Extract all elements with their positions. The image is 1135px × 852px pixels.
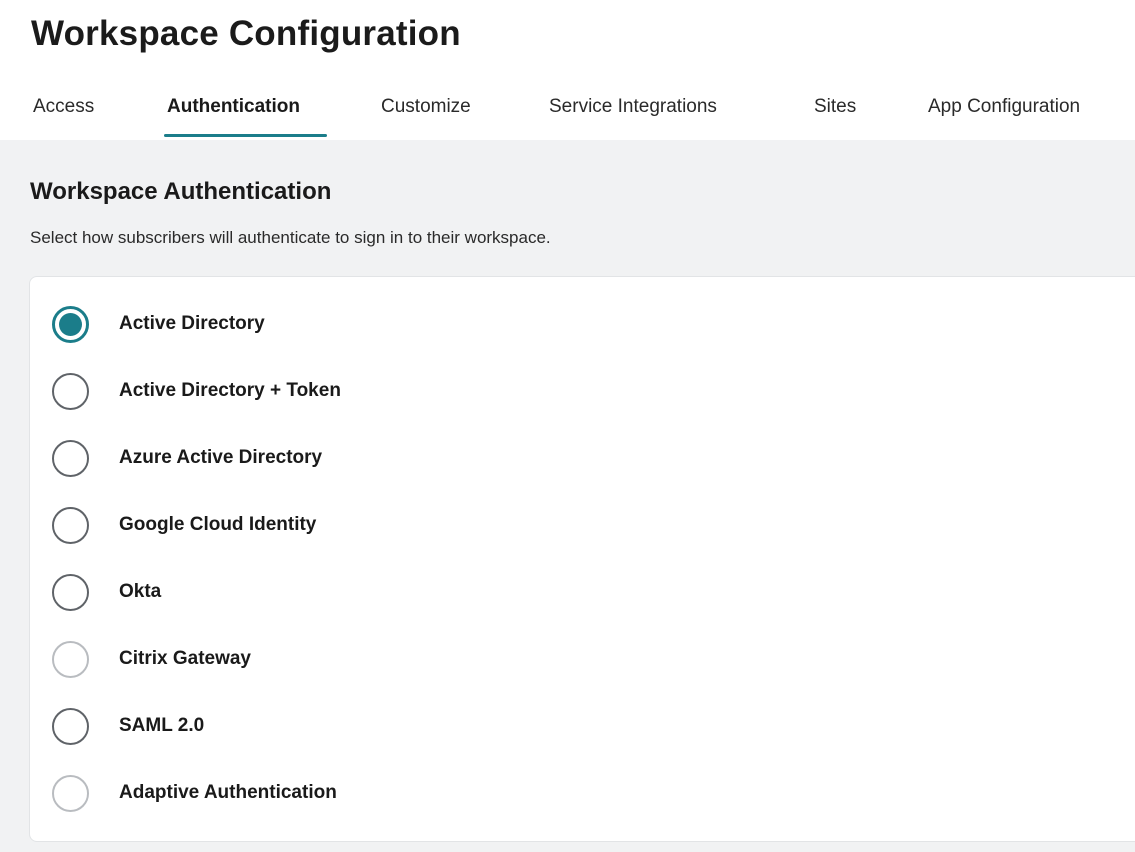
- option-label: Active Directory: [119, 313, 265, 334]
- option-citrix-gateway[interactable]: Citrix Gateway: [52, 637, 251, 681]
- option-active-directory[interactable]: Active Directory: [52, 302, 265, 346]
- tab-service-integrations[interactable]: Service Integrations: [549, 96, 717, 118]
- tab-sites[interactable]: Sites: [814, 96, 856, 118]
- section-title: Workspace Authentication: [30, 178, 332, 205]
- tab-customize[interactable]: Customize: [381, 96, 471, 118]
- page-title: Workspace Configuration: [31, 14, 461, 53]
- section-description: Select how subscribers will authenticate…: [30, 228, 551, 247]
- tab-access[interactable]: Access: [33, 96, 94, 118]
- option-label: SAML 2.0: [119, 715, 205, 736]
- radio-button[interactable]: [52, 640, 89, 678]
- option-label: Active Directory + Token: [119, 380, 341, 401]
- radio-button[interactable]: [52, 506, 89, 544]
- option-okta[interactable]: Okta: [52, 570, 161, 614]
- option-adaptive-authentication[interactable]: Adaptive Authentication: [52, 771, 337, 815]
- radio-button[interactable]: [52, 707, 89, 745]
- authentication-options-card: Active Directory Active Directory + Toke…: [29, 276, 1135, 842]
- radio-button-selected[interactable]: [52, 305, 89, 343]
- radio-button[interactable]: [52, 573, 89, 611]
- active-tab-indicator: [164, 134, 327, 137]
- radio-button[interactable]: [52, 774, 89, 812]
- option-azure-active-directory[interactable]: Azure Active Directory: [52, 436, 322, 480]
- radio-button[interactable]: [52, 439, 89, 477]
- radio-button[interactable]: [52, 372, 89, 410]
- option-label: Azure Active Directory: [119, 447, 323, 468]
- tab-app-configuration[interactable]: App Configuration: [928, 96, 1080, 118]
- option-active-directory-token[interactable]: Active Directory + Token: [52, 369, 341, 413]
- option-label: Okta: [119, 581, 162, 602]
- tab-bar: Access Authentication Customize Service …: [0, 84, 1135, 140]
- authentication-panel: Workspace Authentication Select how subs…: [0, 140, 1135, 852]
- tab-authentication[interactable]: Authentication: [167, 96, 300, 118]
- option-label: Google Cloud Identity: [119, 514, 317, 535]
- option-label: Adaptive Authentication: [119, 782, 337, 803]
- option-google-cloud-identity[interactable]: Google Cloud Identity: [52, 503, 316, 547]
- option-label: Citrix Gateway: [119, 648, 251, 669]
- option-saml-2-0[interactable]: SAML 2.0: [52, 704, 204, 748]
